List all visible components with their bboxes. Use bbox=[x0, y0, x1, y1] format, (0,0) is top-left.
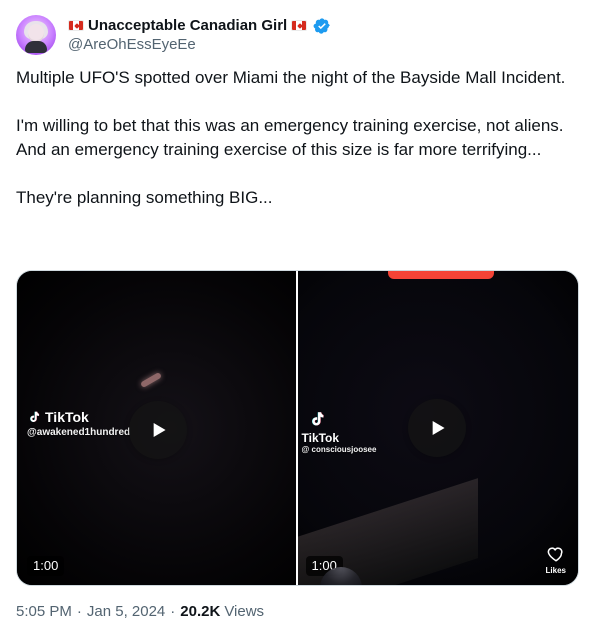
author-name-row[interactable]: Unacceptable Canadian Girl bbox=[68, 17, 331, 35]
tiktok-handle: @awakened1hundred bbox=[27, 427, 131, 438]
avatar-face bbox=[28, 24, 44, 42]
canada-flag-icon bbox=[68, 20, 84, 31]
views-label[interactable]: Views bbox=[224, 603, 264, 620]
video-right[interactable]: TikTok @ consciousjoosee 1:00 Likes bbox=[297, 271, 578, 585]
red-top-bar bbox=[387, 271, 494, 279]
likes-button[interactable]: Likes bbox=[546, 545, 566, 575]
tiktok-logo-icon bbox=[311, 412, 324, 426]
tweet-text: Multiple UFO'S spotted over Miami the ni… bbox=[16, 68, 566, 207]
avatar-shoulders bbox=[25, 41, 47, 53]
tiktok-watermark-left: TikTok @awakened1hundred bbox=[27, 409, 130, 438]
tiktok-logo-icon bbox=[30, 411, 40, 422]
tiktok-label: TikTok bbox=[301, 431, 340, 445]
tiktok-brand: TikTok bbox=[27, 409, 130, 425]
play-icon bbox=[153, 422, 166, 438]
tiktok-handle: @ consciousjoosee bbox=[301, 445, 377, 454]
meta-separator: · bbox=[170, 603, 176, 620]
video-left[interactable]: TikTok @awakened1hundred 1:00 bbox=[17, 271, 298, 585]
verified-badge-icon bbox=[313, 17, 330, 34]
author-block: Unacceptable Canadian Girl @AreOhEssEyeE… bbox=[68, 17, 331, 54]
video-duration: 1:00 bbox=[27, 556, 65, 576]
likes-label: Likes bbox=[545, 566, 566, 575]
meta-separator: · bbox=[76, 603, 82, 620]
play-button[interactable] bbox=[407, 399, 466, 457]
tweet-meta: 5:05 PM · Jan 5, 2024 · 20.2K Views bbox=[16, 603, 264, 620]
tweet-date[interactable]: Jan 5, 2024 bbox=[87, 603, 165, 620]
canada-flag-icon bbox=[291, 20, 308, 31]
heart-icon bbox=[547, 547, 563, 562]
author-handle[interactable]: @AreOhEssEyeEe bbox=[68, 36, 331, 54]
author-display-name[interactable]: Unacceptable Canadian Girl bbox=[88, 17, 287, 35]
play-icon bbox=[432, 420, 445, 436]
tweet-header: Unacceptable Canadian Girl @AreOhEssEyeE… bbox=[16, 12, 595, 58]
avatar[interactable] bbox=[16, 15, 56, 55]
tiktok-watermark-right: TikTok @ consciousjoosee bbox=[301, 409, 377, 456]
tiktok-label: TikTok bbox=[45, 409, 89, 425]
views-count[interactable]: 20.2K bbox=[180, 603, 220, 620]
tweet-time[interactable]: 5:05 PM bbox=[16, 603, 72, 620]
ufo-light bbox=[139, 371, 163, 389]
play-button[interactable] bbox=[129, 401, 187, 459]
media-grid: TikTok @awakened1hundred 1:00 TikTok @ c… bbox=[16, 270, 579, 586]
